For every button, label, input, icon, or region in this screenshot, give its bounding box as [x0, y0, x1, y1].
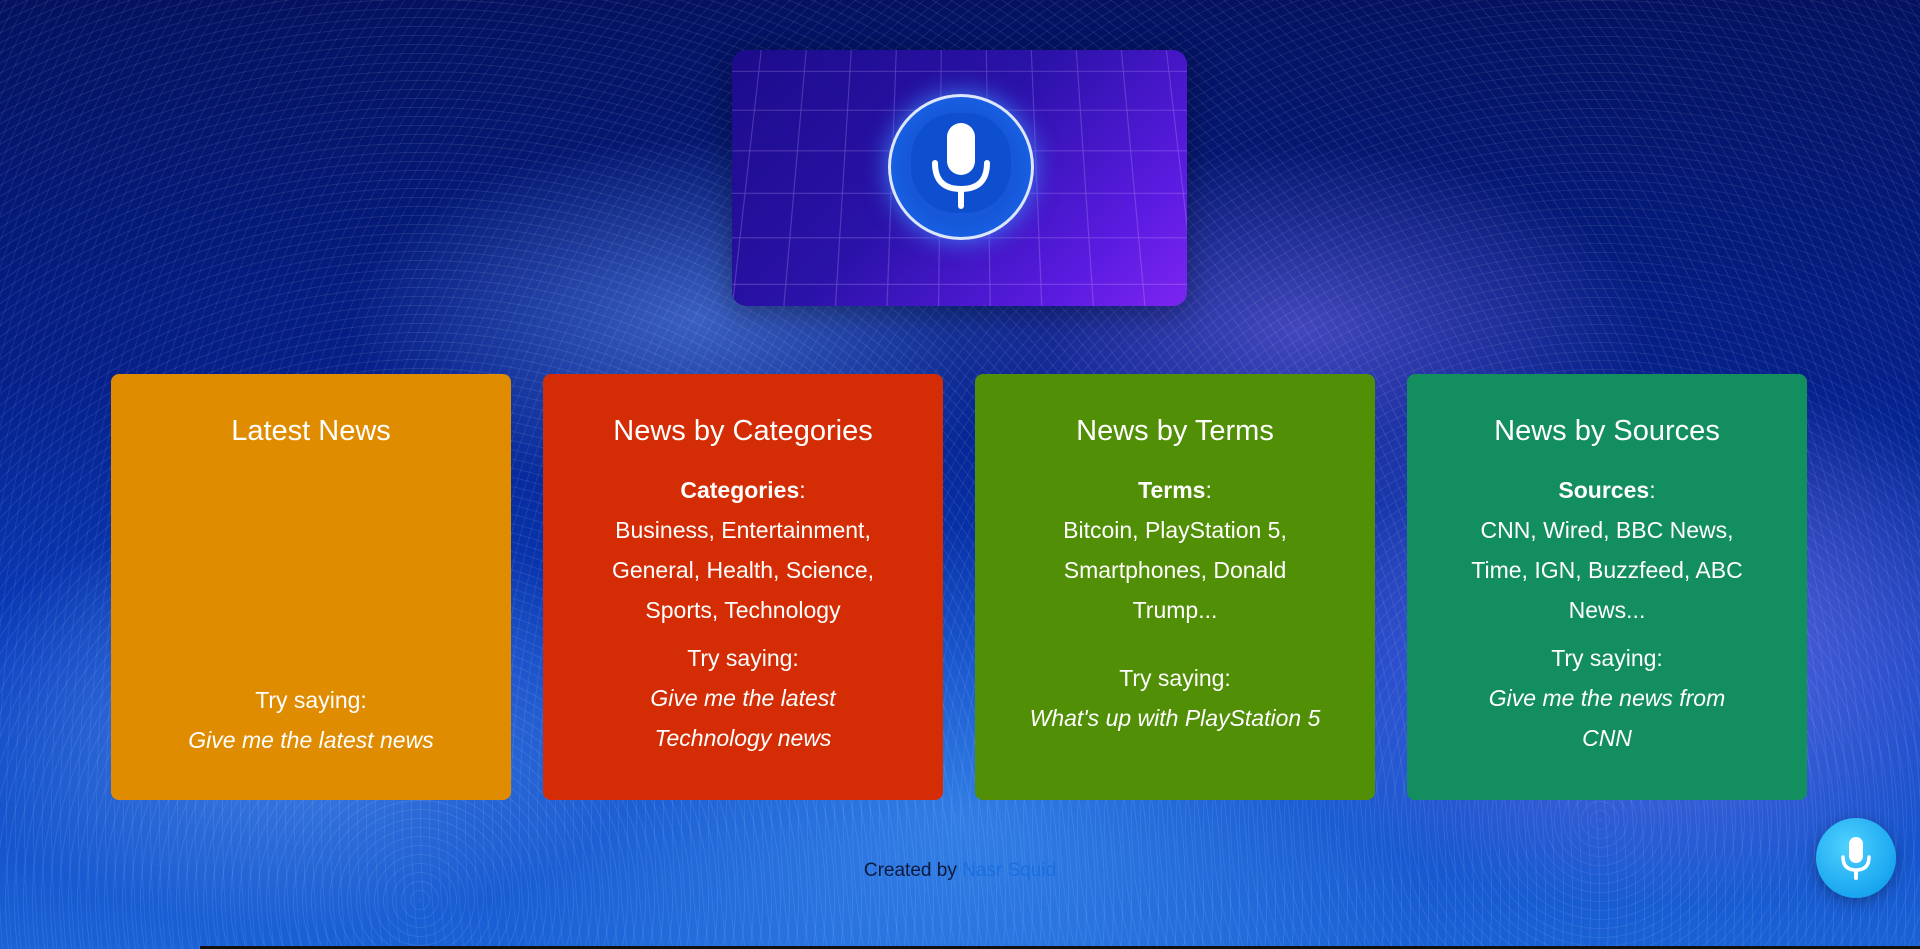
microphone-icon: [932, 123, 990, 209]
list-line: Bitcoin, PlayStation 5,: [1063, 517, 1287, 543]
example-phrase: Give me the news from: [1488, 685, 1726, 711]
footer-credit: Created by Nasr Squid: [0, 860, 1920, 882]
list-label: Terms: [1138, 477, 1206, 503]
card-news-by-sources: News by Sources Sources: CNN, Wired, BBC…: [1407, 374, 1807, 800]
list-line: News...: [1568, 597, 1646, 623]
card-title: News by Sources: [1494, 415, 1720, 447]
footer-prefix: Created by: [863, 860, 957, 881]
list-line: Smartphones, Donald: [1063, 557, 1287, 583]
list-line: General, Health, Science,: [611, 557, 875, 583]
try-saying-label: Try saying:: [687, 645, 799, 671]
example-phrase: Give me the latest news: [188, 727, 434, 753]
try-saying-label: Try saying:: [255, 687, 367, 713]
example-phrase: Technology news: [654, 725, 832, 751]
voice-assistant-logo: [888, 94, 1034, 240]
example-phrase: CNN: [1582, 725, 1632, 751]
author-link[interactable]: Nasr Squid: [962, 860, 1056, 881]
card-title: Latest News: [231, 415, 391, 447]
hero-banner: [732, 50, 1187, 306]
card-title: News by Categories: [613, 415, 873, 447]
card-latest-news: Latest News Try saying: Give me the late…: [111, 374, 511, 800]
card-news-by-terms: News by Terms Terms: Bitcoin, PlayStatio…: [975, 374, 1375, 800]
example-phrase: What's up with PlayStation 5: [1029, 705, 1321, 731]
try-saying-label: Try saying:: [1551, 645, 1663, 671]
microphone-icon: [1841, 837, 1871, 880]
card-title: News by Terms: [1076, 415, 1274, 447]
list-line: Business, Entertainment,: [615, 517, 871, 543]
list-line: Trump...: [1132, 597, 1218, 623]
list-label: Sources: [1558, 477, 1650, 503]
card-news-by-categories: News by Categories Categories: Business,…: [543, 374, 943, 800]
example-phrase: Give me the latest: [650, 685, 836, 711]
list-line: Sports, Technology: [645, 597, 841, 623]
try-saying-label: Try saying:: [1119, 665, 1231, 691]
list-line: Time, IGN, Buzzfeed, ABC: [1471, 557, 1743, 583]
voice-assistant-button[interactable]: [1816, 818, 1896, 898]
list-label: Categories: [680, 477, 800, 503]
list-line: CNN, Wired, BBC News,: [1480, 517, 1734, 543]
